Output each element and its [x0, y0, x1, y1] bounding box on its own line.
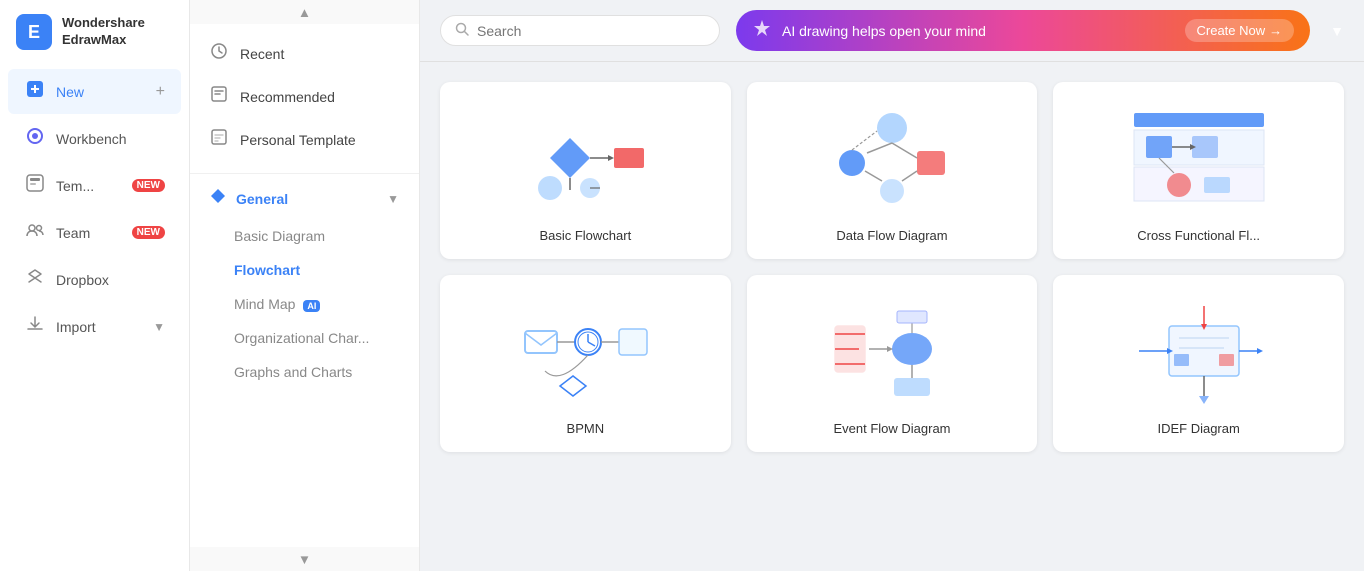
menu-item-personal-template-label: Personal Template — [240, 132, 356, 148]
sidebar-item-templates-label: Tem... — [56, 178, 94, 194]
top-menu-section: Recent Recommended Personal Template — [190, 24, 419, 169]
top-bar: AI drawing helps open your mind Create N… — [420, 0, 1364, 62]
sidebar-navigation: New + Workbench Tem... NEW Team NEW — [0, 64, 189, 571]
card-basic-flowchart[interactable]: Basic Flowchart — [440, 82, 731, 259]
card-visual-basic-flowchart — [505, 98, 665, 218]
dropbox-icon — [24, 267, 46, 292]
sidebar-item-dropbox[interactable]: Dropbox — [8, 257, 181, 302]
sub-item-flowchart[interactable]: Flowchart — [190, 253, 419, 287]
menu-item-recent[interactable]: Recent — [190, 32, 419, 75]
sidebar-item-import[interactable]: Import ▼ — [8, 304, 181, 349]
category-general[interactable]: General ▼ — [190, 178, 419, 219]
card-visual-event-flow — [812, 291, 972, 411]
sidebar-item-dropbox-label: Dropbox — [56, 272, 109, 288]
scroll-down-button[interactable]: ▼ — [190, 547, 419, 571]
sidebar: E Wondershare EdrawMax New + Workbench — [0, 0, 190, 571]
search-input[interactable] — [477, 23, 705, 39]
main-content: AI drawing helps open your mind Create N… — [420, 0, 1364, 571]
card-visual-data-flow — [812, 98, 972, 218]
logo-area: E Wondershare EdrawMax — [0, 0, 189, 64]
team-icon — [24, 220, 46, 245]
sidebar-item-team[interactable]: Team NEW — [8, 210, 181, 255]
personal-template-icon — [210, 128, 228, 151]
card-label-cross-functional: Cross Functional Fl... — [1137, 228, 1260, 243]
general-diamond-icon — [210, 188, 226, 209]
card-bpmn[interactable]: BPMN — [440, 275, 731, 452]
search-box[interactable] — [440, 15, 720, 46]
import-icon — [24, 314, 46, 339]
new-icon — [24, 79, 46, 104]
templates-badge: NEW — [132, 179, 165, 192]
ai-banner[interactable]: AI drawing helps open your mind Create N… — [736, 10, 1310, 51]
import-chevron[interactable]: ▼ — [153, 320, 165, 334]
card-visual-cross-functional — [1119, 98, 1279, 218]
middle-panel: ▲ Recent Recommended Personal Template — [190, 0, 420, 571]
menu-item-recent-label: Recent — [240, 46, 284, 62]
category-general-label: General — [236, 191, 288, 207]
cards-area: Basic Flowchart — [420, 62, 1364, 571]
sidebar-item-workbench-label: Workbench — [56, 131, 127, 147]
card-label-event-flow: Event Flow Diagram — [833, 421, 950, 436]
card-visual-idef — [1119, 291, 1279, 411]
sub-item-basic-diagram[interactable]: Basic Diagram — [190, 219, 419, 253]
card-event-flow[interactable]: Event Flow Diagram — [747, 275, 1038, 452]
banner-dropdown-arrow[interactable]: ▼ — [1330, 23, 1344, 39]
ai-badge: AI — [303, 300, 320, 312]
sidebar-item-workbench[interactable]: Workbench — [8, 116, 181, 161]
workbench-icon — [24, 126, 46, 151]
sidebar-item-templates[interactable]: Tem... NEW — [8, 163, 181, 208]
sidebar-item-new[interactable]: New + — [8, 69, 181, 114]
sub-item-mind-map[interactable]: Mind Map AI — [190, 287, 419, 321]
card-label-data-flow: Data Flow Diagram — [836, 228, 947, 243]
app-name: Wondershare EdrawMax — [62, 15, 145, 49]
sub-item-graphs[interactable]: Graphs and Charts — [190, 355, 419, 389]
card-label-basic-flowchart: Basic Flowchart — [539, 228, 631, 243]
scroll-up-button[interactable]: ▲ — [190, 0, 419, 24]
card-cross-functional[interactable]: Cross Functional Fl... — [1053, 82, 1344, 259]
ai-create-now-button[interactable]: Create Now → — [1185, 19, 1295, 42]
sidebar-item-import-label: Import — [56, 319, 96, 335]
ai-banner-star-icon — [752, 18, 772, 43]
recent-icon — [210, 42, 228, 65]
general-chevron-icon[interactable]: ▼ — [387, 192, 399, 206]
templates-icon — [24, 173, 46, 198]
menu-item-recommended-label: Recommended — [240, 89, 335, 105]
team-badge: NEW — [132, 226, 165, 239]
menu-item-recommended[interactable]: Recommended — [190, 75, 419, 118]
menu-item-personal-template[interactable]: Personal Template — [190, 118, 419, 161]
sub-item-org-chart[interactable]: Organizational Char... — [190, 321, 419, 355]
card-label-idef: IDEF Diagram — [1157, 421, 1239, 436]
sidebar-item-new-label: New — [56, 84, 84, 100]
menu-divider — [190, 173, 419, 174]
sidebar-item-team-label: Team — [56, 225, 90, 241]
search-icon — [455, 22, 469, 39]
recommended-icon — [210, 85, 228, 108]
app-logo-icon: E — [16, 14, 52, 50]
card-visual-bpmn — [505, 291, 665, 411]
card-idef[interactable]: IDEF Diagram — [1053, 275, 1344, 452]
plus-icon[interactable]: + — [156, 83, 165, 101]
ai-banner-text: AI drawing helps open your mind — [782, 23, 1175, 39]
card-data-flow[interactable]: Data Flow Diagram — [747, 82, 1038, 259]
card-label-bpmn: BPMN — [567, 421, 605, 436]
